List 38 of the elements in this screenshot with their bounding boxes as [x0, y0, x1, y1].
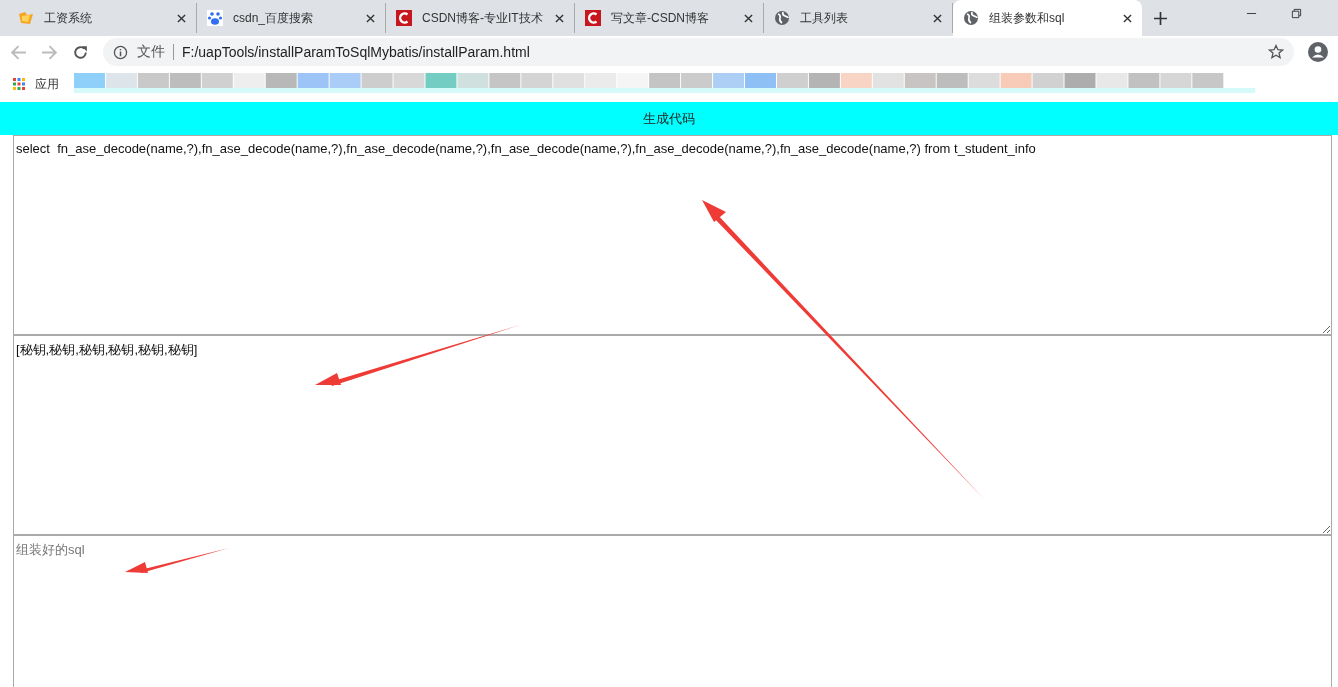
tab-title: CSDN博客-专业IT技术	[422, 9, 544, 27]
close-icon[interactable]	[366, 13, 375, 23]
profile-icon[interactable]	[1308, 42, 1328, 62]
scheme-label: 文件	[137, 43, 165, 61]
close-icon[interactable]	[177, 13, 186, 23]
globe-icon	[963, 10, 979, 26]
c-logo-icon	[585, 10, 601, 26]
close-icon[interactable]	[555, 13, 564, 23]
tab-title: 写文章-CSDN博客	[611, 9, 710, 27]
browser-tab[interactable]: CSDN博客-专业IT技术	[386, 3, 575, 33]
tab-title: 组装参数和sql	[989, 9, 1066, 27]
reload-icon[interactable]	[72, 43, 89, 61]
tab-title: 工具列表	[800, 9, 849, 27]
close-icon[interactable]	[933, 13, 942, 23]
new-tab-icon[interactable]	[1154, 12, 1167, 25]
generate-code-button[interactable]: 生成代码	[0, 102, 1338, 135]
browser-tab[interactable]: csdn_百度搜索	[197, 3, 386, 33]
text-area[interactable]: [秘钥,秘钥,秘钥,秘钥,秘钥,秘钥]	[13, 335, 1332, 535]
text-area[interactable]: select fn_ase_decode(name,?),fn_ase_decode(name,?),fn_ase_decode(name,?),fn_ase_decode(name,?),fn_ase_decode(name,?),fn_ase_decode(name,?) from t_student_info	[13, 135, 1332, 335]
paw-icon	[207, 10, 223, 26]
close-icon[interactable]	[744, 13, 753, 23]
tab-title: csdn_百度搜索	[233, 9, 315, 27]
folder-icon	[18, 10, 34, 26]
apps-label[interactable]: 应用	[35, 75, 59, 93]
info-icon	[113, 44, 128, 60]
url-text: F:/uapTools/installParamToSqlMybatis/installParam.html	[182, 44, 530, 60]
restore-icon[interactable]	[1291, 8, 1302, 19]
globe-icon	[774, 10, 790, 26]
address-bar[interactable]: 文件 F:/uapTools/installParamToSqlMybatis/installParam.html	[103, 38, 1294, 66]
browser-tab[interactable]: 组装参数和sql	[953, 0, 1142, 36]
close-icon[interactable]	[1123, 13, 1132, 23]
text-area[interactable]: 组装好的sql	[13, 535, 1332, 687]
c-logo-icon	[396, 10, 412, 26]
browser-tab[interactable]: 写文章-CSDN博客	[575, 3, 764, 33]
tab-title: 工资系统	[44, 9, 93, 27]
star-icon[interactable]	[1268, 44, 1284, 60]
apps-grid-icon[interactable]	[13, 78, 25, 90]
browser-tab[interactable]: 工资系统	[8, 3, 197, 33]
